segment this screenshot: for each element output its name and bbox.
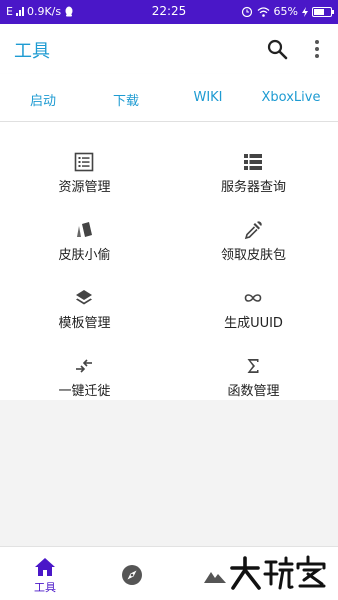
tab-bar: 启动 下载 WIKI XboxLive (0, 74, 338, 122)
battery-percent: 65% (273, 5, 298, 18)
tool-template-manager[interactable]: 模板管理 (0, 270, 169, 338)
tool-label: 领取皮肤包 (220, 248, 286, 263)
wifi-icon (257, 6, 269, 17)
tab-xboxlive[interactable]: XboxLive (249, 90, 333, 105)
tool-label: 资源管理 (58, 180, 111, 195)
list-box-icon (74, 152, 94, 172)
tab-launch[interactable]: 启动 (1, 90, 85, 109)
app-bar: 工具 (0, 24, 338, 74)
more-vert-icon[interactable] (308, 38, 326, 60)
tool-server-query[interactable]: 服务器查询 (169, 134, 338, 202)
server-list-icon (244, 154, 262, 170)
page-title: 工具 (14, 41, 50, 62)
infinity-icon (244, 294, 262, 302)
status-right: 65% (241, 5, 334, 18)
tool-resource-manager[interactable]: 资源管理 (0, 134, 169, 202)
search-icon[interactable] (266, 38, 288, 60)
tool-claim-skin-pack[interactable]: 领取皮肤包 (169, 202, 338, 270)
compass-icon[interactable] (121, 564, 143, 586)
tools-grid: 资源管理 服务器查询 皮肤小偷 领取皮肤包 模板管理 生成UUID 一键迁徙 函… (0, 122, 338, 400)
mountain-icon[interactable] (204, 569, 226, 583)
tab-download[interactable]: 下载 (84, 90, 168, 109)
status-bar: E 0.9K/s 22:25 65% (0, 0, 338, 24)
tool-label: 服务器查询 (220, 180, 286, 195)
tool-label: 生成UUID (224, 316, 283, 331)
tool-label: 皮肤小偷 (58, 248, 111, 263)
tool-one-click-migrate[interactable]: 一键迁徙 (0, 338, 169, 406)
tool-label: 模板管理 (58, 316, 111, 331)
tool-skin-thief[interactable]: 皮肤小偷 (0, 202, 169, 270)
tab-wiki[interactable]: WIKI (166, 90, 250, 105)
charging-icon (302, 6, 308, 17)
home-icon[interactable] (34, 557, 56, 577)
transfer-arrows-icon (76, 359, 92, 373)
tool-label: 函数管理 (227, 384, 280, 399)
eyedropper-icon (244, 221, 262, 240)
battery-icon (312, 6, 334, 17)
skin-icon (77, 222, 92, 237)
watermark-logo (230, 555, 326, 590)
sigma-icon (247, 359, 259, 373)
tool-function-manager[interactable]: 函数管理 (169, 338, 338, 406)
layers-icon (76, 290, 92, 305)
tool-label: 一键迁徙 (58, 384, 111, 399)
nav-tools-label[interactable]: 工具 (20, 579, 70, 595)
battery-level (314, 8, 324, 15)
alarm-icon (241, 6, 252, 17)
tool-generate-uuid[interactable]: 生成UUID (169, 270, 338, 338)
